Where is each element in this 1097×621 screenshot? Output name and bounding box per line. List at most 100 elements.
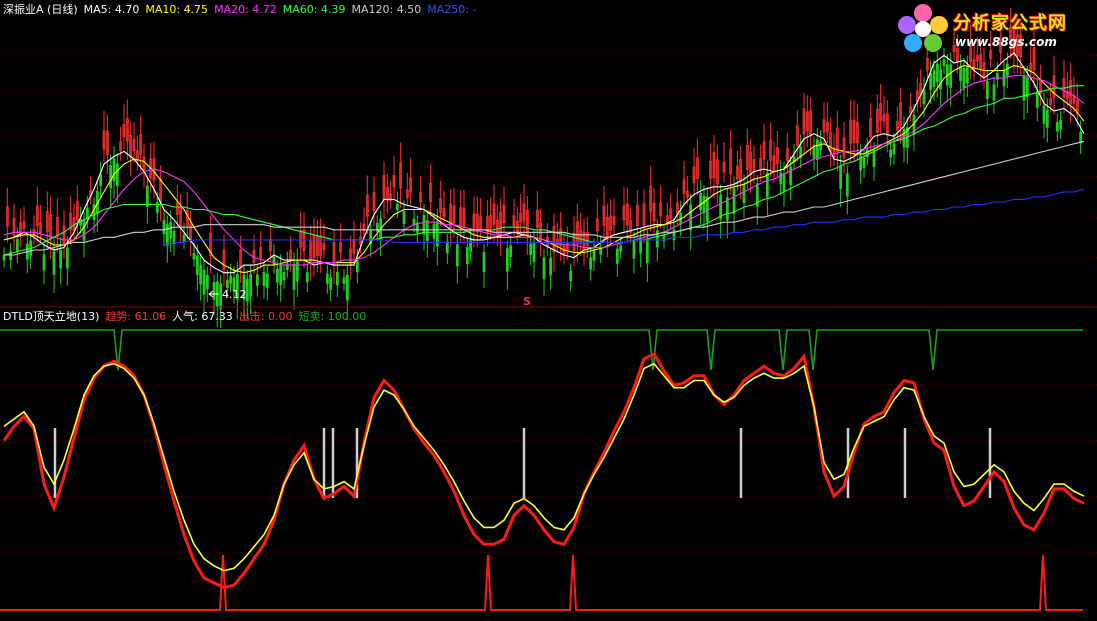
candle-body	[355, 260, 359, 273]
candle-body	[265, 273, 269, 288]
candle-body	[645, 238, 649, 264]
flower-logo-icon	[898, 4, 948, 52]
candle-body	[549, 257, 553, 276]
ma5-label: MA5: 4.70	[83, 3, 140, 16]
candle-body	[1045, 109, 1049, 128]
top-panel-header: 深振业A (日线) MA5: 4.70 MA10: 4.75 MA20: 4.72 MA…	[3, 3, 482, 17]
ma10-label: MA10: 4.75	[145, 3, 209, 16]
candle-body	[465, 247, 469, 265]
candle-body	[255, 274, 259, 286]
sentiment-label: 人气: 67.33	[172, 310, 233, 323]
candle-body	[819, 141, 823, 151]
candle-body	[839, 165, 843, 189]
sell-signal-marker: S	[523, 295, 531, 308]
candle-body	[862, 157, 866, 168]
candle-body	[962, 68, 966, 89]
ma60-label: MA60: 4.39	[282, 3, 346, 16]
candle-body	[99, 174, 103, 186]
ma120-label: MA120: 4.50	[351, 3, 422, 16]
candle-body	[85, 207, 89, 219]
candle-body	[275, 268, 279, 283]
candle-body	[425, 220, 429, 242]
candle-body	[699, 192, 703, 211]
short-sell-label: 短卖: 100.00	[298, 310, 367, 323]
candle-body	[779, 172, 783, 185]
candle-body	[619, 245, 623, 252]
candle-body	[482, 252, 486, 273]
indicator-title: DTLD顶天立地(13)	[3, 310, 100, 323]
candle-body	[815, 139, 819, 160]
top-candles	[2, 7, 1083, 329]
candle-body	[412, 218, 416, 226]
candle-body	[632, 240, 636, 259]
candle-body	[992, 84, 996, 101]
candle-body	[592, 250, 596, 261]
candle-body	[509, 245, 513, 258]
candle-body	[432, 223, 436, 239]
candle-body	[199, 264, 203, 285]
logo-url: www.88gs.com	[955, 35, 1057, 49]
candle-body	[245, 279, 249, 302]
candle-body	[172, 230, 176, 245]
candle-body	[965, 67, 969, 84]
candle-body	[52, 251, 56, 275]
candle-body	[212, 281, 216, 300]
candle-body	[505, 248, 509, 272]
attack-label: 出击: 0.00	[238, 310, 293, 323]
candle-body	[1025, 77, 1029, 98]
candle-body	[282, 272, 286, 281]
candle-body	[165, 224, 169, 246]
candle-body	[115, 163, 119, 186]
candle-body	[932, 70, 936, 87]
candle-body	[195, 255, 199, 276]
candle-body	[192, 252, 196, 260]
candle-body	[325, 273, 329, 284]
candle-body	[845, 173, 849, 197]
candle-body	[939, 69, 943, 90]
candle-body	[225, 280, 229, 289]
candle-body	[1042, 105, 1046, 124]
candle-body	[655, 230, 659, 248]
candle-body	[702, 195, 706, 214]
candle-body	[112, 158, 116, 182]
candle-body	[889, 149, 893, 158]
trend-label: 趋势: 61.06	[105, 310, 167, 323]
candle-body	[959, 65, 963, 81]
candle-body	[1055, 121, 1059, 132]
candle-body	[65, 247, 69, 269]
low-price-label: 4.12	[222, 288, 247, 301]
candle-body	[272, 256, 276, 266]
candle-body	[872, 150, 876, 167]
candle-body	[935, 63, 939, 83]
candle-body	[109, 165, 113, 189]
short-sell-line	[0, 329, 1083, 371]
candle-body	[202, 269, 206, 295]
candle-body	[169, 221, 173, 239]
candle-body	[445, 241, 449, 254]
candle-body	[229, 275, 233, 284]
candle-body	[305, 272, 309, 283]
candle-body	[82, 220, 86, 241]
candle-body	[422, 215, 426, 235]
ma250-label: MA250: -	[427, 3, 477, 16]
candle-body	[532, 242, 536, 262]
candle-body	[15, 239, 19, 252]
candle-body	[942, 59, 946, 67]
candle-body	[92, 204, 96, 220]
candle-body	[205, 274, 209, 290]
ma20-label: MA20: 4.72	[214, 3, 277, 16]
candle-body	[1035, 91, 1039, 108]
candle-body	[929, 73, 933, 90]
candle-body	[262, 271, 266, 287]
candle-body	[705, 196, 709, 222]
bottom-signals	[0, 329, 1083, 611]
candle-body	[342, 277, 346, 284]
site-logo: 分析家公式网 www.88gs.com	[895, 3, 1095, 55]
candle-body	[742, 185, 746, 204]
bottom-panel-header: DTLD顶天立地(13) 趋势: 61.06 人气: 67.33 出击: 0.00 短卖…	[3, 310, 372, 324]
candle-body	[949, 64, 953, 88]
candle-body	[182, 234, 186, 242]
candle-body	[395, 203, 399, 211]
candle-body	[1022, 75, 1026, 101]
candle-body	[1005, 63, 1009, 77]
